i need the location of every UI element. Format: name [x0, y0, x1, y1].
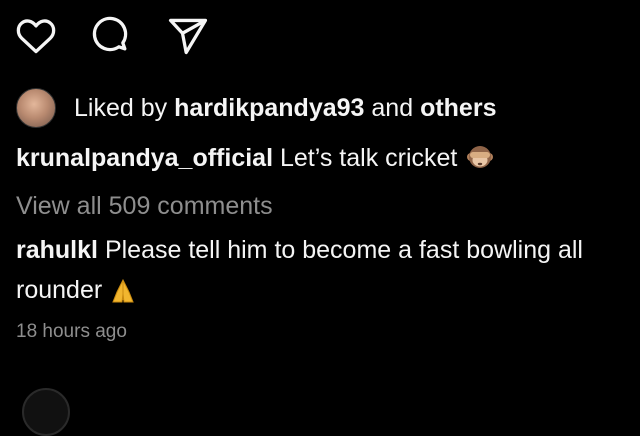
comment-item: rahulkl Please tell him to become a fast…	[16, 230, 634, 316]
next-post-avatar[interactable]	[22, 388, 70, 436]
view-all-comments-link[interactable]: View all 509 comments	[16, 188, 273, 224]
post-timestamp: 18 hours ago	[16, 321, 127, 342]
like-button[interactable]	[12, 12, 60, 60]
heart-icon	[16, 19, 56, 54]
liker-avatar[interactable]	[16, 88, 56, 128]
caption-text: Let’s talk cricket	[279, 144, 458, 172]
comment-button[interactable]	[88, 12, 136, 60]
likes-summary[interactable]: Liked by hardikpandya93 and others	[16, 88, 496, 128]
see-no-evil-monkey-icon	[465, 142, 495, 182]
paper-plane-icon	[168, 18, 208, 55]
share-button[interactable]	[164, 12, 212, 60]
likes-prefix: Liked by	[74, 94, 168, 122]
comment-bubble-icon	[92, 16, 128, 52]
comment-text: Please tell him to become a fast bowling…	[16, 236, 583, 304]
likes-joiner: and	[371, 94, 414, 122]
likes-others-link[interactable]: others	[420, 90, 496, 126]
folded-hands-icon	[110, 276, 136, 316]
comment-username[interactable]: rahulkl	[16, 236, 98, 264]
liker-username[interactable]: hardikpandya93	[174, 90, 364, 126]
caption-username[interactable]: krunalpandya_official	[16, 144, 273, 172]
post-action-bar	[12, 12, 240, 60]
post-caption: krunalpandya_official Let’s talk cricket	[16, 140, 495, 182]
